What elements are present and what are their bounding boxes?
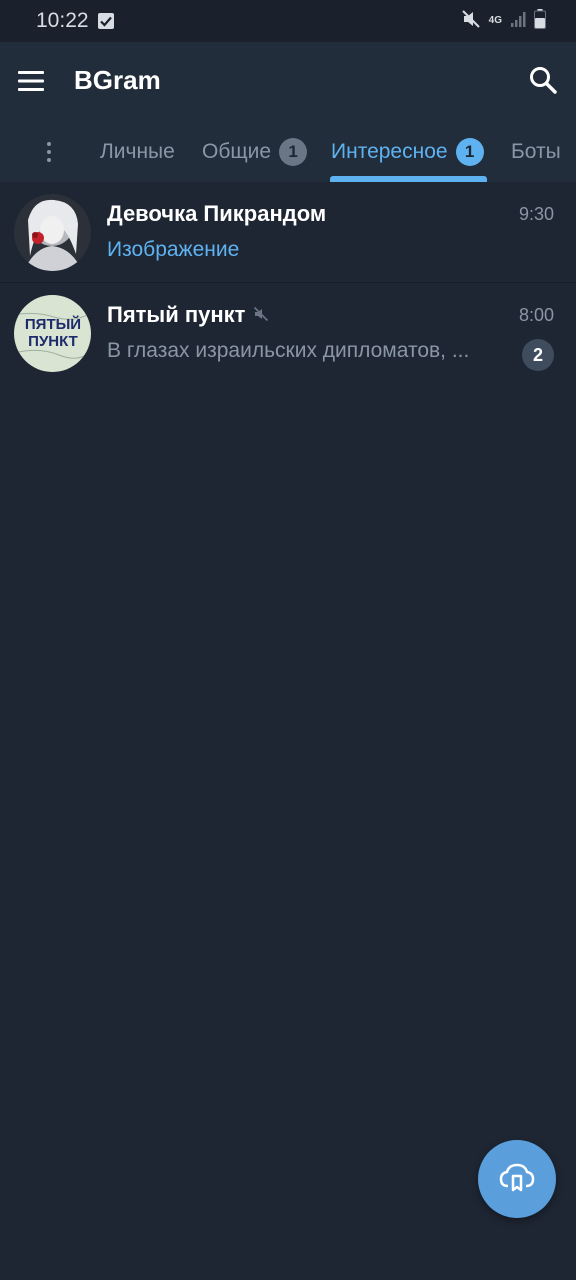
folder-tabs: Личные Общие 1 Интересное 1 Боты <box>0 132 576 182</box>
chat-name: Пятый пункт <box>107 302 246 327</box>
hamburger-menu-icon[interactable] <box>16 66 46 96</box>
muted-icon <box>253 302 269 328</box>
chat-time: 8:00 <box>518 305 554 325</box>
chat-list: Девочка Пикрандом 9:30 Изображение ПЯТЫЙ… <box>0 182 576 382</box>
avatar: ПЯТЫЙ ПУНКТ <box>14 295 91 372</box>
cloud-bookmark-icon <box>499 1162 535 1197</box>
checkbox-notification-icon <box>97 12 115 30</box>
app-bar: BGram Личные Общие 1 Интересное 1 Боты <box>0 42 576 182</box>
cloud-bookmark-button[interactable] <box>478 1140 556 1218</box>
chat-list-item[interactable]: Девочка Пикрандом 9:30 Изображение <box>0 182 576 282</box>
chat-preview: В глазах израильских дипломатов, ... <box>107 339 470 362</box>
signal-icon <box>510 10 526 33</box>
chat-title: Пятый пункт <box>107 302 269 328</box>
search-icon[interactable] <box>528 65 558 95</box>
avatar <box>14 194 91 271</box>
chat-preview: Изображение <box>107 238 240 261</box>
chat-list-item[interactable]: ПЯТЫЙ ПУНКТ Пятый пункт 8:00 В глазах из… <box>0 282 576 382</box>
mute-icon <box>461 9 481 34</box>
tab-unread-badge: 1 <box>455 138 484 166</box>
unread-count-badge: 2 <box>522 339 554 371</box>
battery-icon <box>534 8 546 34</box>
chat-title: Девочка Пикрандом <box>107 201 326 227</box>
status-icons: 4G <box>461 8 546 34</box>
chat-name: Девочка Пикрандом <box>107 201 327 226</box>
more-vertical-icon[interactable] <box>38 138 60 166</box>
tab-label: Боты <box>511 140 561 163</box>
tab-label: Общие <box>202 140 272 163</box>
status-time: 10:22 <box>36 9 89 32</box>
avatar-line-2: ПУНКТ <box>28 333 78 350</box>
tab-interesting[interactable]: Интересное 1 <box>331 138 484 166</box>
network-type-label: 4G <box>488 15 502 26</box>
tab-personal[interactable]: Личные <box>100 138 175 166</box>
tab-unread-badge: 1 <box>279 138 308 166</box>
tab-label: Личные <box>100 140 175 163</box>
tab-bots[interactable]: Боты <box>511 138 561 166</box>
avatar-line-1: ПЯТЫЙ <box>25 315 81 333</box>
status-bar: 10:22 4G <box>0 0 576 42</box>
tab-label: Интересное <box>331 140 448 163</box>
app-title: BGram <box>74 65 161 95</box>
chat-time: 9:30 <box>518 204 554 224</box>
tab-general[interactable]: Общие 1 <box>202 138 308 166</box>
